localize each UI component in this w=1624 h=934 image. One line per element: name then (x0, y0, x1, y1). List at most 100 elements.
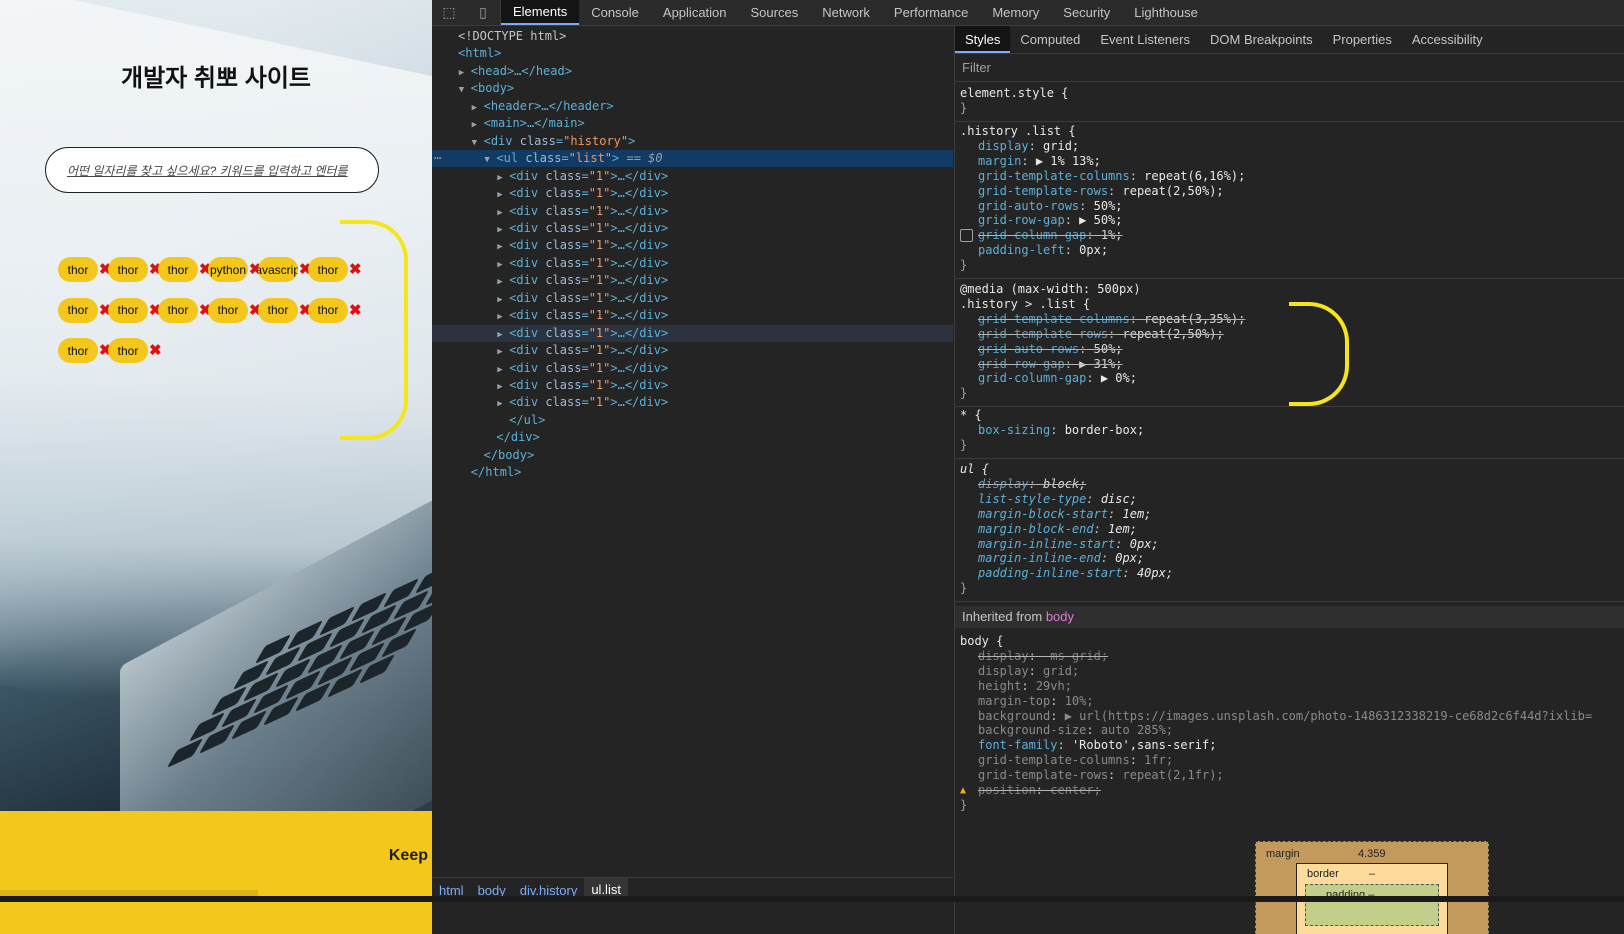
expand-icon[interactable]: ▶ (497, 170, 509, 187)
dom-node[interactable]: </body> (432, 447, 953, 464)
css-property[interactable]: list-style-type: disc; (978, 492, 1137, 507)
styles-tab-event-listeners[interactable]: Event Listeners (1090, 26, 1200, 53)
css-property[interactable]: box-sizing: border-box; (978, 423, 1144, 438)
css-property[interactable]: display: grid; (978, 139, 1079, 154)
css-property[interactable]: display: grid; (978, 664, 1079, 679)
dom-node[interactable]: ▶ <div class="1">…</div> (432, 237, 953, 254)
css-property[interactable]: font-family: 'Roboto',sans-serif; (978, 738, 1216, 753)
expand-icon[interactable]: ▶ (497, 327, 509, 344)
css-property[interactable]: grid-template-columns: repeat(6,16%); (978, 169, 1245, 184)
tag-label[interactable]: thor (108, 338, 148, 363)
tag-label[interactable]: thor (208, 297, 248, 323)
css-property[interactable]: margin-top: 10%; (978, 694, 1094, 709)
dom-node[interactable]: <!DOCTYPE html> (432, 28, 953, 45)
tag-label[interactable]: thor (158, 257, 198, 282)
css-property[interactable]: margin-inline-start: 0px; (978, 537, 1159, 552)
expand-icon[interactable]: ▶ (497, 309, 509, 326)
tab-elements[interactable]: Elements (501, 0, 580, 25)
dom-node[interactable]: ▶ <div class="1">…</div> (432, 203, 953, 220)
collapse-icon[interactable]: ▼ (472, 135, 484, 152)
tag-label[interactable]: python (208, 257, 248, 282)
collapse-icon[interactable]: ▼ (459, 82, 471, 99)
css-property[interactable]: grid-template-rows: repeat(2,50%); (978, 184, 1224, 199)
dom-node[interactable]: <html> (432, 45, 953, 62)
dom-node[interactable]: ▶ <div class="1">…</div> (432, 324, 953, 344)
inspect-element-icon[interactable]: ⬚ (432, 0, 466, 25)
tab-security[interactable]: Security (1051, 0, 1122, 25)
dom-node[interactable]: </ul> (432, 412, 953, 429)
collapse-icon[interactable]: ▼ (484, 152, 496, 169)
dom-node[interactable]: ▶ <div class="1">…</div> (432, 394, 953, 411)
tag-label[interactable]: thor (108, 297, 148, 323)
dom-node[interactable]: ▶ <div class="1">…</div> (432, 360, 953, 377)
styles-tab-properties[interactable]: Properties (1323, 26, 1402, 53)
expand-icon[interactable]: ▶ (497, 362, 509, 379)
css-property[interactable]: height: 29vh; (978, 679, 1072, 694)
dom-node[interactable]: </div> (432, 429, 953, 446)
more-actions-icon[interactable]: ⋯ (434, 150, 441, 167)
remove-tag-icon[interactable]: ✖ (149, 343, 162, 358)
tab-network[interactable]: Network (810, 0, 882, 25)
expand-icon[interactable]: ▶ (497, 292, 509, 309)
dom-node[interactable]: ⋯ ▼ <ul class="list"> == $0 (432, 150, 953, 169)
expand-icon[interactable]: ▶ (497, 187, 509, 204)
css-property[interactable]: grid-template-rows: repeat(2,1fr); (978, 768, 1224, 783)
tab-memory[interactable]: Memory (980, 0, 1051, 25)
expand-icon[interactable]: ▶ (497, 239, 509, 256)
css-property[interactable]: grid-template-columns: 1fr; (978, 753, 1173, 768)
dom-node[interactable]: ▶ <div class="1">…</div> (432, 377, 953, 394)
css-property[interactable]: grid-template-rows: repeat(2,50%); (978, 327, 1224, 342)
css-property[interactable]: grid-row-gap: ▶ 31%; (978, 357, 1123, 372)
tab-application[interactable]: Application (651, 0, 739, 25)
css-property[interactable]: display: -ms-grid; (978, 649, 1108, 664)
tab-performance[interactable]: Performance (882, 0, 980, 25)
dom-node[interactable]: ▶ <div class="1">…</div> (432, 255, 953, 272)
tag-label[interactable]: thor (58, 338, 98, 363)
expand-icon[interactable]: ▶ (472, 117, 484, 134)
expand-icon[interactable]: ▶ (497, 396, 509, 413)
dom-node[interactable]: ▶ <div class="1">…</div> (432, 168, 953, 185)
css-property[interactable]: margin-block-start: 1em; (978, 507, 1151, 522)
css-property[interactable]: grid-column-gap: 1%; (960, 228, 1123, 243)
expand-icon[interactable]: ▶ (497, 257, 509, 274)
tag-label[interactable]: thor (58, 297, 98, 323)
css-property[interactable]: display: block; (978, 477, 1086, 492)
styles-tab-styles[interactable]: Styles (955, 26, 1011, 53)
expand-icon[interactable]: ▶ (497, 274, 509, 291)
styles-tab-accessibility[interactable]: Accessibility (1402, 26, 1493, 53)
expand-icon[interactable]: ▶ (497, 222, 509, 239)
css-property[interactable]: margin-inline-end: 0px; (978, 551, 1144, 566)
expand-icon[interactable]: ▶ (497, 379, 509, 396)
tag-label[interactable]: thor (58, 257, 98, 282)
css-property[interactable]: position: center; ▲ (960, 783, 1101, 798)
css-property[interactable]: margin-block-end: 1em; (978, 522, 1137, 537)
tab-console[interactable]: Console (579, 0, 651, 25)
css-property[interactable]: margin: ▶ 1% 13%; (978, 154, 1101, 169)
dom-node[interactable]: ▼ <body> (432, 80, 953, 97)
css-property[interactable]: grid-row-gap: ▶ 50%; (978, 213, 1123, 228)
dom-node[interactable]: ▶ <div class="1">…</div> (432, 307, 953, 324)
css-property[interactable]: background-size: auto 285%; (978, 723, 1173, 738)
css-property[interactable]: padding-left: 0px; (978, 243, 1108, 258)
tab-lighthouse[interactable]: Lighthouse (1122, 0, 1210, 25)
css-property[interactable]: background: ▶ url(https://images.unsplas… (978, 709, 1592, 724)
css-property[interactable]: padding-inline-start: 40px; (978, 566, 1173, 581)
dom-node[interactable]: ▶ <div class="1">…</div> (432, 342, 953, 359)
css-property[interactable]: grid-column-gap: ▶ 0%; (978, 371, 1137, 386)
box-model-border-value[interactable]: – (1369, 868, 1375, 880)
dom-node[interactable]: ▶ <main>…</main> (432, 115, 953, 132)
tag-label[interactable]: thor (258, 297, 298, 323)
tag-label[interactable]: thor (108, 257, 148, 282)
css-property[interactable]: grid-template-columns: repeat(3,35%); (978, 312, 1245, 327)
styles-filter-input[interactable]: Filter (955, 54, 1624, 82)
box-model-margin-value[interactable]: 4.359 (1358, 848, 1386, 860)
expand-icon[interactable]: ▶ (472, 100, 484, 117)
css-property[interactable]: grid-auto-rows: 50%; (978, 342, 1123, 357)
tag-label[interactable]: thor (158, 297, 198, 323)
expand-icon[interactable]: ▶ (459, 65, 471, 82)
dom-node[interactable]: ▶ <div class="1">…</div> (432, 290, 953, 307)
dom-node[interactable]: ▼ <div class="history"> (432, 133, 953, 150)
expand-icon[interactable]: ▶ (497, 344, 509, 361)
expand-icon[interactable]: ▶ (497, 205, 509, 222)
inherited-from-link[interactable]: body (1046, 609, 1074, 624)
